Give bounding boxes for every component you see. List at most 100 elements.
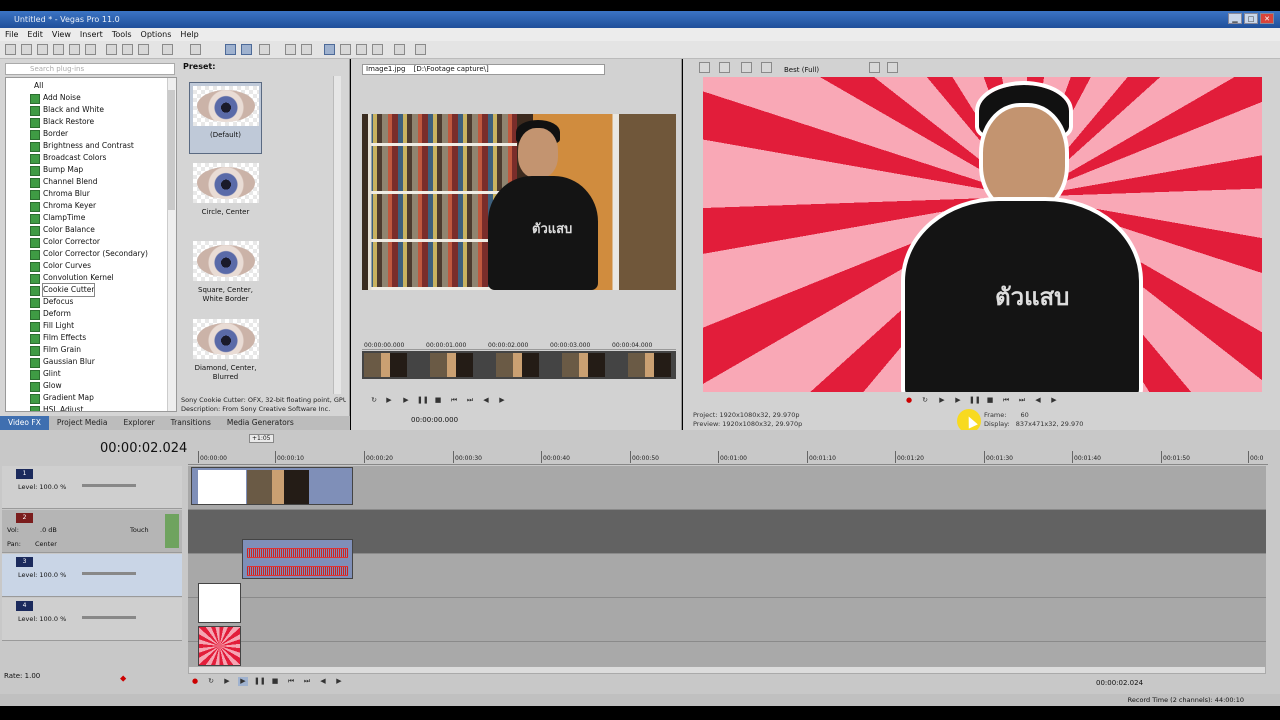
plugin-tree[interactable]: All Add Noise Black and White Black Rest… [5, 77, 177, 412]
plugin-item[interactable]: Film Effects [29, 332, 86, 344]
tree-scroll-thumb[interactable] [168, 90, 175, 210]
paste-icon[interactable] [138, 44, 149, 55]
video-fx-icon[interactable] [741, 62, 752, 73]
plugin-item[interactable]: Black Restore [29, 116, 94, 128]
properties-icon[interactable] [85, 44, 96, 55]
prev-frame-icon[interactable]: ◀ [1033, 396, 1043, 405]
pause-icon[interactable]: ❚❚ [417, 396, 429, 405]
plugin-item[interactable]: Deform [30, 308, 71, 320]
play-from-start-icon[interactable]: ▶ [222, 677, 232, 686]
go-to-end-icon[interactable]: ⏭ [302, 677, 312, 686]
undo-icon[interactable] [162, 44, 173, 55]
plugin-item[interactable]: Gaussian Blur [30, 356, 95, 368]
track-level-slider[interactable] [82, 616, 136, 619]
render-icon[interactable] [69, 44, 80, 55]
lock-envelopes-icon[interactable] [340, 44, 351, 55]
plugin-item[interactable]: HSL Adjust [29, 404, 83, 411]
minimize-button[interactable]: ▁ [1228, 13, 1242, 24]
plugin-item[interactable]: Glow [30, 380, 62, 392]
tab-media-generators[interactable]: Media Generators [219, 416, 302, 430]
snap-icon[interactable] [301, 44, 312, 55]
tab-project-media[interactable]: Project Media [49, 416, 116, 430]
maximize-button[interactable]: □ [1244, 13, 1258, 24]
play-icon[interactable]: ▶ [238, 677, 248, 686]
automation-mode[interactable]: Touch [130, 526, 149, 534]
plugin-item[interactable]: Fill Light [29, 320, 74, 332]
selection-tool-icon[interactable] [259, 44, 270, 55]
envelope-tool-icon[interactable] [241, 44, 252, 55]
menu-file[interactable]: File [5, 30, 18, 39]
plugin-item[interactable]: Border [29, 128, 68, 140]
video-clip[interactable] [191, 467, 353, 505]
pause-icon[interactable]: ❚❚ [969, 396, 981, 405]
plugin-item[interactable]: Color Balance [30, 224, 95, 236]
trimmer-thumbnail-strip[interactable] [362, 351, 676, 379]
loop-icon[interactable]: ↻ [920, 396, 930, 405]
prev-frame-icon[interactable]: ◀ [481, 396, 491, 405]
go-to-start-icon[interactable]: ⏮ [286, 677, 296, 686]
plugin-item[interactable]: Color Corrector (Secondary) [30, 248, 148, 260]
trimmer-ruler[interactable]: 00:00:00.000 00:00:01.000 00:00:02.000 0… [362, 340, 676, 350]
audio-clip[interactable] [242, 539, 353, 579]
ignore-grouping-icon[interactable] [356, 44, 367, 55]
sunburst-background-clip[interactable] [198, 626, 241, 666]
play-icon[interactable]: ▶ [384, 396, 394, 405]
new-icon[interactable] [5, 44, 16, 55]
cookie-cutter-clip[interactable] [198, 583, 241, 623]
menu-insert[interactable]: Insert [80, 30, 103, 39]
next-frame-icon[interactable]: ▶ [1049, 396, 1059, 405]
menu-view[interactable]: View [52, 30, 71, 39]
loop-icon[interactable]: ↻ [369, 396, 379, 405]
timeline-ruler[interactable]: 00:00:00 00:00:10 00:00:20 00:00:30 00:0… [188, 451, 1268, 465]
preview-quality-select[interactable]: Best (Full) [784, 66, 819, 74]
next-frame-icon[interactable]: ▶ [497, 396, 507, 405]
preset-diamond-center[interactable]: Diamond, Center, Blurred [189, 316, 262, 388]
normal-edit-tool-icon[interactable] [225, 44, 236, 55]
copy-icon[interactable] [122, 44, 133, 55]
plugin-item[interactable]: Chroma Blur [30, 188, 90, 200]
overlays-icon[interactable] [869, 62, 880, 73]
go-to-end-icon[interactable]: ⏭ [465, 396, 475, 405]
menu-tools[interactable]: Tools [112, 30, 132, 39]
stop-icon[interactable]: ■ [985, 396, 995, 405]
record-icon[interactable]: ● [904, 396, 914, 405]
track-header-3[interactable]: 3 Level: 100.0 % [2, 554, 182, 597]
save-icon[interactable] [37, 44, 48, 55]
plugin-item[interactable]: Convolution Kernel [30, 272, 114, 284]
track-header-1[interactable]: 1 Level: 100.0 % [2, 466, 182, 509]
plugin-item[interactable]: Color Curves [30, 260, 91, 272]
plugin-item[interactable]: Brightness and Contrast [30, 140, 134, 152]
preset-square-center[interactable]: Square, Center, White Border [189, 238, 262, 310]
go-to-start-icon[interactable]: ⏮ [449, 396, 459, 405]
plugin-item[interactable]: Broadcast Colors [29, 152, 106, 164]
tree-root-all[interactable]: All [34, 81, 43, 90]
tab-explorer[interactable]: Explorer [115, 416, 162, 430]
preview-device-icon[interactable] [719, 62, 730, 73]
cut-icon[interactable] [106, 44, 117, 55]
play-icon[interactable]: ▶ [953, 396, 963, 405]
go-to-end-icon[interactable]: ⏭ [1017, 396, 1027, 405]
plugin-item[interactable]: Glint [30, 368, 61, 380]
save-as-icon[interactable] [53, 44, 64, 55]
crossfade-icon[interactable] [372, 44, 383, 55]
rate-slider-handle-icon[interactable]: ⬥ [120, 674, 126, 684]
plugin-item[interactable]: Gradient Map [30, 392, 94, 404]
close-button[interactable]: ✕ [1260, 13, 1274, 24]
menu-options[interactable]: Options [141, 30, 172, 39]
trimmer-file-dropdown[interactable]: Image1.jpg [D:\Footage capture\] [362, 64, 605, 75]
plugin-item[interactable]: Bump Map [29, 164, 83, 176]
timeline-scrollbar[interactable] [188, 666, 1266, 674]
split-screen-icon[interactable] [761, 62, 772, 73]
plugin-item[interactable]: Black and White [30, 104, 104, 116]
track-level-slider[interactable] [82, 484, 136, 487]
stop-icon[interactable]: ■ [270, 677, 280, 686]
prev-frame-icon[interactable]: ◀ [318, 677, 328, 686]
go-to-start-icon[interactable]: ⏮ [1001, 396, 1011, 405]
loop-icon[interactable]: ↻ [206, 677, 216, 686]
play-from-start-icon[interactable]: ▶ [401, 396, 411, 405]
plugin-item[interactable]: Color Corrector [29, 236, 100, 248]
plugin-item[interactable]: Film Grain [30, 344, 81, 356]
menu-help[interactable]: Help [180, 30, 198, 39]
track-header-4[interactable]: 4 Level: 100.0 % [2, 598, 182, 641]
stop-icon[interactable]: ■ [433, 396, 443, 405]
